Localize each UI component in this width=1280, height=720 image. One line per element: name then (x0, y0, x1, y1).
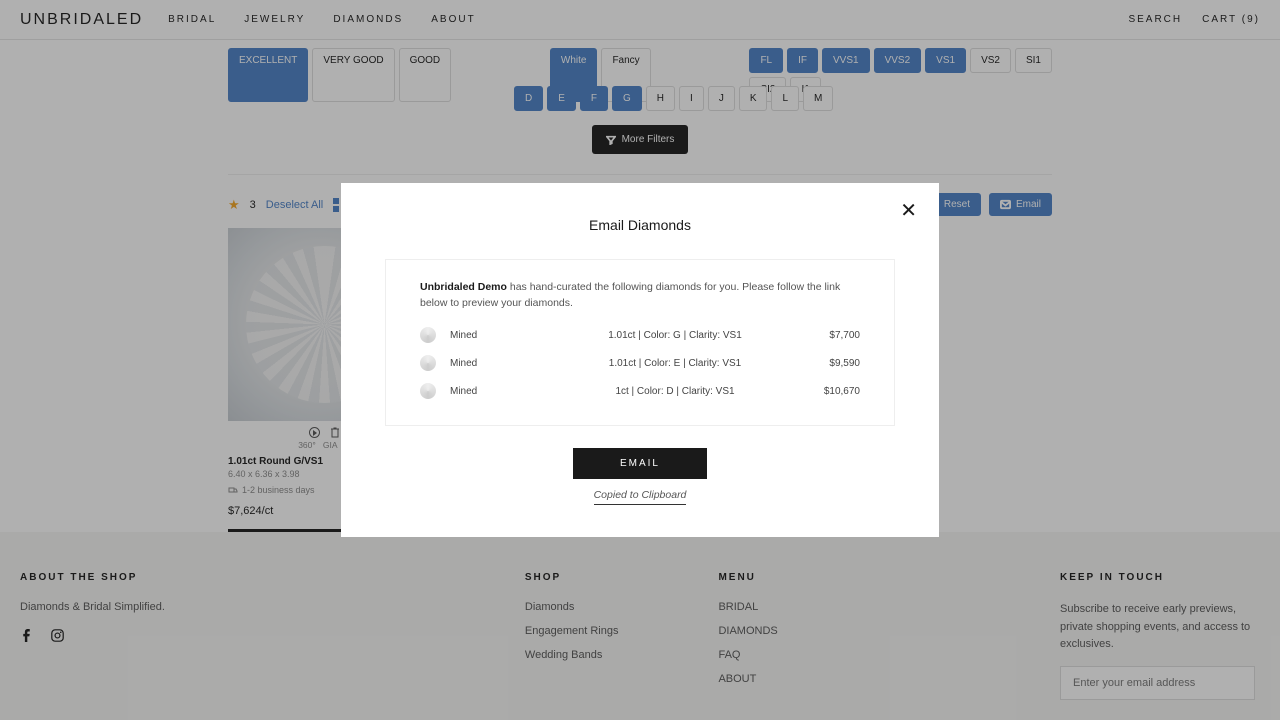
row-price: $9,590 (790, 358, 860, 369)
row-price: $10,670 (790, 386, 860, 397)
row-type: Mined (450, 330, 560, 341)
diamond-thumb (420, 383, 436, 399)
modal-title: Email Diamonds (385, 217, 895, 233)
row-type: Mined (450, 386, 560, 397)
diamond-thumb (420, 355, 436, 371)
row-specs: 1.01ct | Color: G | Clarity: VS1 (560, 330, 790, 341)
preview-row: Mined 1ct | Color: D | Clarity: VS1 $10,… (420, 377, 860, 405)
preview-row: Mined 1.01ct | Color: E | Clarity: VS1 $… (420, 349, 860, 377)
preview-row: Mined 1.01ct | Color: G | Clarity: VS1 $… (420, 321, 860, 349)
row-type: Mined (450, 358, 560, 369)
copied-to-clipboard-link[interactable]: Copied to Clipboard (594, 489, 687, 505)
modal-overlay[interactable]: ✕ Email Diamonds Unbridaled Demo has han… (0, 0, 1280, 720)
send-email-button[interactable]: EMAIL (573, 448, 707, 479)
email-diamonds-modal: ✕ Email Diamonds Unbridaled Demo has han… (341, 183, 939, 538)
close-icon[interactable]: ✕ (900, 201, 917, 221)
email-preview-box: Unbridaled Demo has hand-curated the fol… (385, 259, 895, 427)
row-price: $7,700 (790, 330, 860, 341)
row-specs: 1ct | Color: D | Clarity: VS1 (560, 386, 790, 397)
diamond-thumb (420, 327, 436, 343)
preview-lead: Unbridaled Demo has hand-curated the fol… (420, 280, 860, 312)
preview-lead-strong: Unbridaled Demo (420, 281, 507, 293)
row-specs: 1.01ct | Color: E | Clarity: VS1 (560, 358, 790, 369)
